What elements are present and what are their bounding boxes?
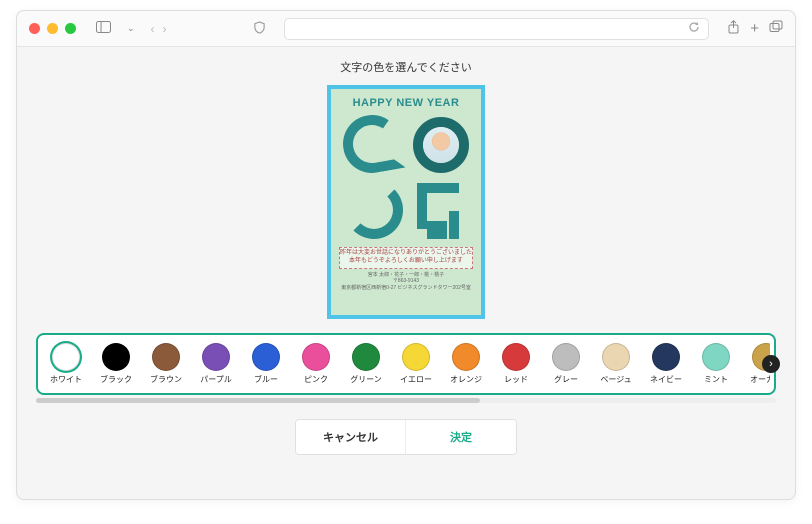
color-swatch-orange [452,343,480,371]
color-label: ミント [704,374,728,385]
color-label: オーカー [750,374,770,385]
card-sender-box: 宮本 太郎・花子・一郎・桃・桃子 〒863-9143 東京都新宿区西新宿0-27… [341,272,471,292]
color-swatch-beige [602,343,630,371]
back-button[interactable]: ‹ [151,22,155,36]
color-label: ブルー [254,374,278,385]
color-swatch-mint [702,343,730,371]
color-option-beige[interactable]: ベージュ [592,341,640,387]
nav-buttons: ‹ › [151,22,167,36]
color-option-mint[interactable]: ミント [692,341,740,387]
share-icon[interactable] [727,20,740,37]
color-label: パープル [200,374,232,385]
browser-window: ⌄ ‹ › + 文字の色を選んでください HAPPY NEW YEAR [16,10,796,500]
titlebar: ⌄ ‹ › + [17,11,795,47]
color-option-green[interactable]: グリーン [342,341,390,387]
color-option-white[interactable]: ホワイト [42,341,90,387]
color-label: ピンク [304,374,328,385]
card-greeting-box: 昨年は大変お世話になりありがとうございました 本年もどうぞよろしくお願い申し上げ… [339,247,473,269]
minimize-window-button[interactable] [47,23,58,34]
sender-line-3: 東京都新宿区西新宿0-27 ビジネスグランドタワー202号室 [341,285,471,292]
color-label: ネイビー [650,374,682,385]
color-label: ホワイト [50,374,82,385]
color-option-brown[interactable]: ブラウン [142,341,190,387]
ok-button[interactable]: 決定 [406,420,516,454]
color-label: オレンジ [450,374,482,385]
color-swatch-brown [152,343,180,371]
digit-5 [417,183,465,235]
window-controls [29,23,76,34]
color-swatch-navy [652,343,680,371]
address-bar[interactable] [284,18,710,40]
color-option-red[interactable]: レッド [492,341,540,387]
color-swatch-gray [552,343,580,371]
color-swatch-blue [252,343,280,371]
shield-icon[interactable] [253,21,266,37]
maximize-window-button[interactable] [65,23,76,34]
color-label: イエロー [400,374,432,385]
color-swatch-purple [202,343,230,371]
action-buttons: キャンセル 決定 [295,419,517,455]
palette-next-button[interactable]: › [762,355,780,373]
color-swatch-yellow [402,343,430,371]
color-swatch-green [352,343,380,371]
cancel-button[interactable]: キャンセル [296,420,406,454]
color-label: ベージュ [600,374,631,385]
chevron-right-icon: › [769,358,773,370]
color-palette: ホワイト ブラック ブラウン パープル ブルー ピンク グリーン イエロー オレンジ レッド グレー… [42,341,770,387]
new-tab-icon[interactable]: + [750,20,759,37]
horizontal-scrollbar[interactable] [36,398,776,403]
color-option-purple[interactable]: パープル [192,341,240,387]
forward-button[interactable]: › [163,22,167,36]
color-swatch-pink [302,343,330,371]
color-option-black[interactable]: ブラック [92,341,140,387]
avatar-photo [423,127,459,163]
year-2025-art [341,113,471,243]
color-label: ブラウン [150,374,182,385]
sidebar-toggle-button[interactable] [92,21,115,36]
digit-2-bottom [345,181,403,239]
content-area: 文字の色を選んでください HAPPY NEW YEAR 昨年は大変お世話になりあ… [17,47,795,499]
color-label: レッド [504,374,528,385]
digit-2-top [338,110,405,177]
color-option-blue[interactable]: ブルー [242,341,290,387]
color-option-gray[interactable]: グレー [542,341,590,387]
greeting-line-1: 昨年は大変お世話になりありがとうございました [340,250,472,258]
card-title: HAPPY NEW YEAR [353,97,460,109]
postcard-preview: HAPPY NEW YEAR 昨年は大変お世話になりありがとうございました 本年… [327,85,485,319]
color-option-pink[interactable]: ピンク [292,341,340,387]
color-label: ブラック [100,374,132,385]
color-option-navy[interactable]: ネイビー [642,341,690,387]
color-label: グレー [554,374,578,385]
color-swatch-black [102,343,130,371]
dropdown-caret-icon[interactable]: ⌄ [123,23,139,34]
digit-0-photo-frame [413,117,469,173]
color-label: グリーン [350,374,382,385]
greeting-line-2: 本年もどうぞよろしくお願い申し上げます [340,258,472,266]
color-swatch-white [52,343,80,371]
close-window-button[interactable] [29,23,40,34]
color-option-orange[interactable]: オレンジ [442,341,490,387]
color-palette-panel: ホワイト ブラック ブラウン パープル ブルー ピンク グリーン イエロー オレンジ レッド グレー… [36,333,776,395]
sidebar-icon [96,21,111,33]
prompt-text: 文字の色を選んでください [340,59,471,75]
tabs-icon[interactable] [769,20,783,37]
color-swatch-red [502,343,530,371]
reload-icon[interactable] [688,21,700,36]
color-option-yellow[interactable]: イエロー [392,341,440,387]
